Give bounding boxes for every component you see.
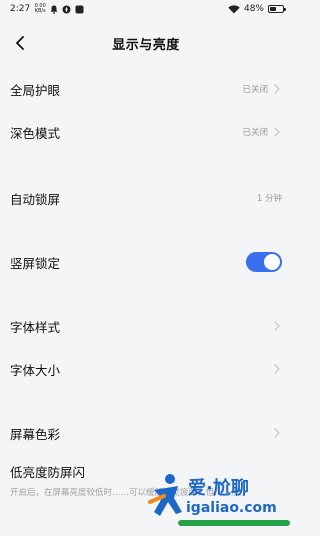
status-right: 48% bbox=[228, 4, 286, 14]
toggle-knob bbox=[264, 254, 280, 270]
eye-protection-right: 已关闭 bbox=[242, 83, 282, 95]
auto-lock-right: 1 分钟 bbox=[257, 192, 282, 204]
portrait-lock-toggle[interactable] bbox=[246, 252, 282, 272]
chevron-right-icon bbox=[272, 320, 282, 332]
wifi-icon bbox=[228, 4, 240, 13]
auto-lock-value: 1 分钟 bbox=[256, 194, 282, 204]
chevron-right-icon bbox=[272, 363, 282, 375]
battery-icon bbox=[268, 5, 286, 13]
compass-icon bbox=[62, 5, 71, 13]
chevron-right-icon bbox=[272, 126, 282, 138]
portrait-lock-row: 竖屏锁定 bbox=[0, 242, 292, 282]
font-size-row[interactable]: 字体大小 bbox=[0, 349, 292, 389]
battery-percent: 48% bbox=[243, 4, 264, 14]
watermark-logo: 爱·尬聊 igaliao.com bbox=[148, 470, 290, 530]
status-left: 2:27 0.00 KB/s bbox=[10, 4, 84, 14]
eye-protection-value: 已关闭 bbox=[242, 85, 268, 95]
auto-lock-label: 自动锁屏 bbox=[10, 191, 61, 207]
notification-bell-icon bbox=[50, 5, 58, 14]
watermark-url: igaliao.com bbox=[186, 500, 277, 516]
font-style-row[interactable]: 字体样式 bbox=[0, 306, 292, 346]
network-speed: 0.00 KB/s bbox=[34, 3, 46, 14]
runner-logo-icon bbox=[148, 474, 182, 516]
eye-protection-label: 全局护眼 bbox=[10, 82, 61, 98]
chevron-right-icon bbox=[272, 83, 282, 95]
status-bar: 2:27 0.00 KB/s 48% bbox=[0, 0, 292, 18]
dark-mode-label: 深色模式 bbox=[10, 125, 61, 141]
battery-level-fill bbox=[270, 7, 276, 11]
dark-mode-row[interactable]: 深色模式 已关闭 bbox=[0, 112, 292, 152]
auto-lock-row[interactable]: 自动锁屏 1 分钟 bbox=[0, 178, 292, 218]
app-notification-icon bbox=[75, 5, 84, 13]
page-title: 显示与亮度 bbox=[112, 37, 180, 53]
eye-protection-row[interactable]: 全局护眼 已关闭 bbox=[0, 69, 292, 109]
chevron-left-icon bbox=[16, 36, 24, 50]
watermark-brand: 爱·尬聊 bbox=[188, 478, 249, 499]
portrait-lock-label: 竖屏锁定 bbox=[10, 255, 61, 271]
screen-color-row[interactable]: 屏幕色彩 bbox=[0, 413, 292, 453]
page-header: 显示与亮度 bbox=[0, 26, 292, 60]
back-button[interactable] bbox=[8, 31, 32, 55]
chevron-right-icon bbox=[272, 427, 282, 439]
dark-mode-value: 已关闭 bbox=[242, 128, 268, 138]
watermark-underline bbox=[178, 520, 290, 526]
font-size-label: 字体大小 bbox=[10, 362, 61, 378]
dark-mode-right: 已关闭 bbox=[242, 126, 282, 138]
font-style-label: 字体样式 bbox=[10, 319, 61, 335]
status-time: 2:27 bbox=[10, 4, 31, 14]
screen-color-label: 屏幕色彩 bbox=[10, 426, 61, 442]
